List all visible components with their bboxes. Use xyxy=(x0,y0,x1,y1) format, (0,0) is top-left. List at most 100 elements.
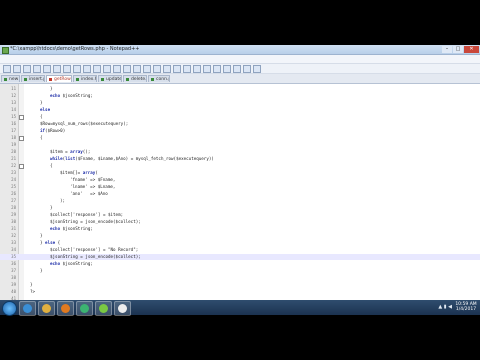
code-text: } xyxy=(40,268,43,273)
code-line[interactable]: 30 $jsonString = json_encode($collect); xyxy=(0,219,480,225)
ie-icon xyxy=(23,304,32,313)
code-line[interactable]: 18 { xyxy=(0,135,480,141)
code-line[interactable]: 16 $Row=mysql_num_rows($executequery); xyxy=(0,121,480,127)
taskbar: ▲ ▮ ◀ 10:59 AM 1/4/2017 xyxy=(0,300,480,316)
code-line[interactable]: 19 xyxy=(0,142,480,148)
cut-icon[interactable] xyxy=(73,65,81,73)
code-line[interactable]: 20 $item = array(); xyxy=(0,149,480,155)
sync-h-icon[interactable] xyxy=(173,65,181,73)
code-text: 'ano' => $Ano xyxy=(70,191,108,196)
tab-0[interactable]: new 1 xyxy=(1,75,20,82)
taskbar-media-player-button[interactable] xyxy=(57,301,74,316)
code-text: $item = array(); xyxy=(50,149,91,154)
code-line[interactable]: 17 if($Row>0) xyxy=(0,128,480,134)
code-line[interactable]: 34 $collect['response'] = "No Record"; xyxy=(0,247,480,253)
play-macro-icon[interactable] xyxy=(233,65,241,73)
close-all-icon[interactable] xyxy=(53,65,61,73)
tab-5[interactable]: delete.php xyxy=(123,75,147,82)
fold-toggle-icon[interactable] xyxy=(19,115,24,120)
line-number: 15 xyxy=(11,114,16,119)
indent-guide-icon[interactable] xyxy=(203,65,211,73)
tab-bar: new 1insert.phpgetRows.phpindex.htmlupda… xyxy=(0,74,480,84)
save-all-icon[interactable] xyxy=(33,65,41,73)
maximize-button[interactable]: □ xyxy=(453,46,463,53)
code-line[interactable]: 37} xyxy=(0,268,480,274)
clock[interactable]: 10:59 AM 1/4/2017 xyxy=(455,302,477,312)
code-line[interactable]: 31 echo $jsonString; xyxy=(0,226,480,232)
code-text: } else { xyxy=(40,240,61,245)
code-line[interactable]: 25 'lname' => $Lname, xyxy=(0,184,480,190)
sync-v-icon[interactable] xyxy=(163,65,171,73)
print-icon[interactable] xyxy=(63,65,71,73)
taskbar-app-button[interactable] xyxy=(114,301,131,316)
code-text: echo $jsonString; xyxy=(50,226,93,231)
close-button[interactable]: ✕ xyxy=(464,46,479,53)
code-line[interactable]: 38 xyxy=(0,275,480,281)
code-line[interactable]: 36 echo $jsonString; xyxy=(0,261,480,267)
code-line[interactable]: 24 'fname' => $Fname, xyxy=(0,177,480,183)
code-line[interactable]: 33 } else { xyxy=(0,240,480,246)
redo-icon[interactable] xyxy=(113,65,121,73)
tab-3[interactable]: index.html xyxy=(73,75,97,82)
line-number: 13 xyxy=(11,100,16,105)
save-icon[interactable] xyxy=(23,65,31,73)
tab-1[interactable]: insert.php xyxy=(21,75,45,82)
code-text: if($Row>0) xyxy=(40,128,66,133)
stop-macro-icon[interactable] xyxy=(223,65,231,73)
taskbar-notepadpp-button[interactable] xyxy=(95,301,112,316)
code-text: else xyxy=(40,107,51,112)
notepadpp-icon xyxy=(99,304,108,313)
zoom-out-icon[interactable] xyxy=(153,65,161,73)
undo-icon[interactable] xyxy=(103,65,111,73)
wrap-icon[interactable] xyxy=(183,65,191,73)
open-file-icon[interactable] xyxy=(13,65,21,73)
taskbar-folder-button[interactable] xyxy=(38,301,55,316)
start-button[interactable] xyxy=(2,301,17,316)
copy-icon[interactable] xyxy=(83,65,91,73)
code-text: ); xyxy=(60,198,66,203)
line-number: 35 xyxy=(11,254,16,259)
code-line[interactable]: 26 'ano' => $Ano xyxy=(0,191,480,197)
run-macro-icon[interactable] xyxy=(243,65,251,73)
line-number: 19 xyxy=(11,142,16,147)
new-file-icon[interactable] xyxy=(3,65,11,73)
line-number: 33 xyxy=(11,240,16,245)
save-macro-icon[interactable] xyxy=(253,65,261,73)
code-line[interactable]: 27); xyxy=(0,198,480,204)
code-line[interactable]: 39} xyxy=(0,282,480,288)
tab-6[interactable]: conn.php xyxy=(148,75,170,82)
code-line[interactable]: 23 $item[]= array( xyxy=(0,170,480,176)
close-icon[interactable] xyxy=(43,65,51,73)
code-line[interactable]: 28} xyxy=(0,205,480,211)
code-line[interactable]: 12 echo $jsonString; xyxy=(0,93,480,99)
code-line[interactable]: 29 $collect['response'] = $item; xyxy=(0,212,480,218)
taskbar-ie-button[interactable] xyxy=(19,301,36,316)
tray-icons[interactable]: ▲ ▮ ◀ xyxy=(438,304,452,310)
paste-icon[interactable] xyxy=(93,65,101,73)
line-number: 29 xyxy=(11,212,16,217)
line-number: 17 xyxy=(11,128,16,133)
code-line[interactable]: 22 { xyxy=(0,163,480,169)
tab-4[interactable]: update.php xyxy=(98,75,122,82)
line-number: 26 xyxy=(11,191,16,196)
code-editor[interactable]: 11} 12 echo $jsonString; 13} 14 else 15{16 $Row… xyxy=(0,84,480,305)
tab-2[interactable]: getRows.php xyxy=(46,75,72,82)
code-line[interactable]: 15 { xyxy=(0,114,480,120)
minimize-button[interactable]: – xyxy=(442,46,452,53)
taskbar-chrome-button[interactable] xyxy=(76,301,93,316)
record-macro-icon[interactable] xyxy=(213,65,221,73)
replace-icon[interactable] xyxy=(133,65,141,73)
code-line[interactable]: 21 while(list($Fname, $Lname,$Ano) = mysq… xyxy=(0,156,480,162)
find-icon[interactable] xyxy=(123,65,131,73)
fold-toggle-icon[interactable] xyxy=(19,136,24,141)
code-line[interactable]: 11} xyxy=(0,86,480,92)
all-chars-icon[interactable] xyxy=(193,65,201,73)
code-line[interactable]: 14 else xyxy=(0,107,480,113)
zoom-in-icon[interactable] xyxy=(143,65,151,73)
code-line[interactable]: 35 $jsonString = json_encode($collect); xyxy=(0,254,480,260)
code-line[interactable]: 40 ?> xyxy=(0,289,480,295)
code-line[interactable]: 13} xyxy=(0,100,480,106)
code-text: } xyxy=(40,233,43,238)
fold-toggle-icon[interactable] xyxy=(19,164,24,169)
code-line[interactable]: 32} xyxy=(0,233,480,239)
